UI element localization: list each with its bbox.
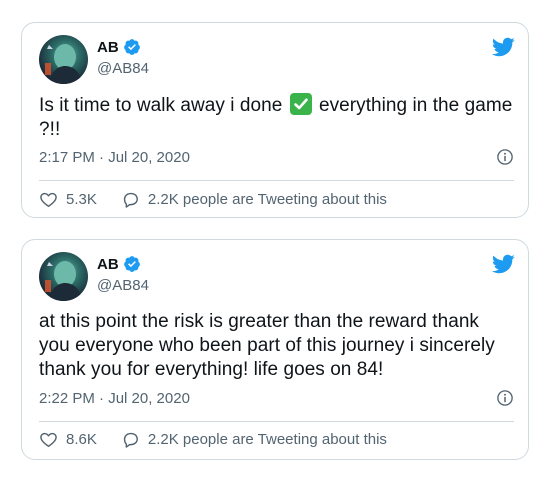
like-button[interactable]: 8.6K: [39, 430, 97, 449]
tweet-text: Is it time to walk away i done everythin…: [39, 93, 514, 142]
timestamp-link[interactable]: 2:17 PM · Jul 20, 2020: [39, 149, 190, 166]
like-count: 5.3K: [66, 191, 97, 208]
like-button[interactable]: 5.3K: [39, 190, 97, 209]
avatar[interactable]: [39, 252, 88, 301]
divider: [39, 421, 514, 422]
display-name[interactable]: AB: [97, 39, 119, 56]
verified-badge-icon: [123, 256, 140, 272]
timestamp-link[interactable]: 2:22 PM · Jul 20, 2020: [39, 390, 190, 407]
tweet-text-part: Is it time to walk away i done: [39, 95, 288, 116]
conversation-link[interactable]: 2.2K people are Tweeting about this: [121, 190, 387, 209]
display-name[interactable]: AB: [97, 256, 119, 273]
avatar[interactable]: [39, 35, 88, 84]
heart-icon: [40, 192, 57, 207]
heart-icon: [40, 432, 57, 447]
verified-badge-icon: [123, 39, 140, 55]
reply-bubble-icon: [123, 432, 138, 448]
divider: [39, 180, 514, 181]
twitter-bird-icon[interactable]: [491, 35, 515, 59]
twitter-bird-icon[interactable]: [491, 252, 515, 276]
people-tweeting-text: 2.2K people are Tweeting about this: [147, 191, 387, 208]
people-tweeting-text: 2.2K people are Tweeting about this: [147, 431, 387, 448]
check-mark-icon: [289, 93, 312, 115]
like-count: 8.6K: [66, 431, 97, 448]
info-icon[interactable]: [496, 148, 514, 166]
handle[interactable]: @AB84: [97, 60, 149, 77]
handle[interactable]: @AB84: [97, 277, 149, 294]
conversation-link[interactable]: 2.2K people are Tweeting about this: [121, 430, 387, 449]
info-icon[interactable]: [496, 389, 514, 407]
reply-bubble-icon: [123, 192, 138, 208]
tweet-card[interactable]: AB @AB84 at this point the risk is great…: [21, 239, 529, 460]
tweet-text: at this point the risk is greater than t…: [39, 311, 495, 380]
tweet-card[interactable]: AB @AB84 Is it time to walk away i done …: [21, 22, 529, 218]
